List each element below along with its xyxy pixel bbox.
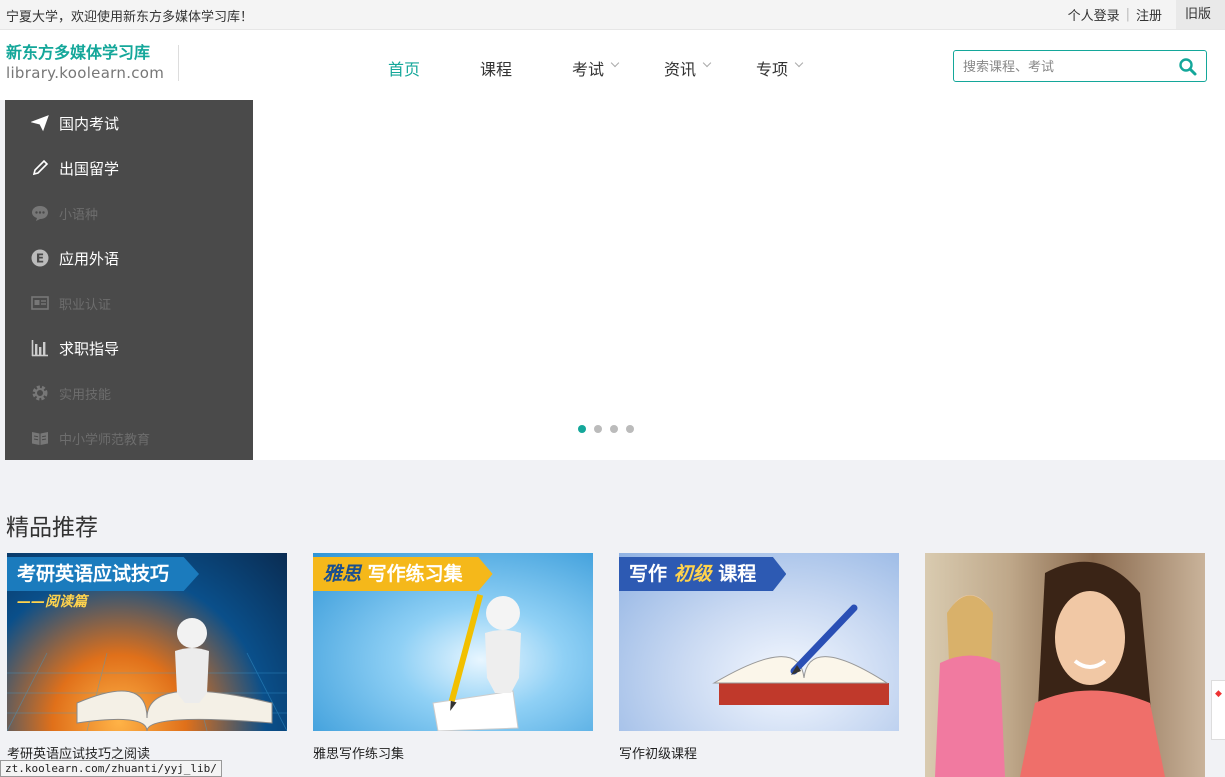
- carousel-dot[interactable]: [594, 425, 602, 433]
- nav-courses-label: 课程: [480, 60, 513, 79]
- course-title[interactable]: 写作初级课程: [619, 743, 899, 762]
- sidebar-item-label: 小语种: [59, 208, 99, 223]
- sidebar-item-label: 应用外语: [59, 250, 120, 268]
- sidebar-item-study-abroad[interactable]: 出国留学: [5, 145, 253, 190]
- course-thumbnail[interactable]: 写作 初级 课程: [619, 553, 899, 731]
- sidebar-item-minor-languages[interactable]: 小语种: [5, 190, 253, 235]
- nav-exams[interactable]: 考试: [572, 56, 664, 80]
- chevron-down-icon: [610, 58, 620, 68]
- pencil-icon: [31, 159, 49, 177]
- sidebar-item-applied-languages[interactable]: E 应用外语: [5, 235, 253, 280]
- course-title[interactable]: 雅思写作练习集: [313, 743, 593, 762]
- nav-special[interactable]: 专项: [756, 56, 848, 80]
- search-input[interactable]: [963, 57, 1173, 77]
- nav-news[interactable]: 资讯: [664, 56, 756, 80]
- sidebar-item-label: 出国留学: [59, 160, 120, 178]
- logo-title: 新东方多媒体学习库: [6, 43, 151, 62]
- top-bar: 宁夏大学，欢迎使用新东方多媒体学习库！ 个人登录 | 注册 旧版: [0, 0, 1225, 30]
- sidebar-item-domestic-exams[interactable]: 国内考试: [5, 100, 253, 145]
- bar-chart-icon: [31, 339, 49, 357]
- sidebar-item-career-guidance[interactable]: 求职指导: [5, 325, 253, 370]
- search-icon[interactable]: [1178, 57, 1198, 77]
- floating-side-tab[interactable]: ◆: [1211, 680, 1225, 740]
- nav-news-label: 资讯: [664, 60, 697, 79]
- course-card[interactable]: [925, 553, 1205, 777]
- card-banner: 雅思 写作练习集: [313, 557, 493, 591]
- chevron-down-icon: [794, 58, 804, 68]
- card-banner-c: 课程: [718, 563, 757, 585]
- sidebar-item-label: 中小学师范教育: [59, 433, 151, 448]
- register-link[interactable]: 注册: [1136, 5, 1162, 24]
- welcome-text: 宁夏大学，欢迎使用新东方多媒体学习库！: [6, 10, 254, 25]
- carousel-dots: [578, 425, 634, 433]
- card-banner-a: 写作: [629, 563, 668, 585]
- login-link[interactable]: 个人登录: [1068, 5, 1120, 24]
- carousel-dot[interactable]: [626, 425, 634, 433]
- course-thumbnail[interactable]: 考研英语应试技巧 ——阅读篇: [7, 553, 287, 731]
- sidebar-item-label: 实用技能: [59, 388, 112, 403]
- card-banner: 考研英语应试技巧: [7, 557, 200, 591]
- divider: |: [1125, 7, 1130, 22]
- plane-icon: [30, 114, 49, 132]
- sidebar-item-certification[interactable]: 职业认证: [5, 280, 253, 325]
- card-banner: 写作 初级 课程: [619, 557, 787, 591]
- card-banner-b: 初级: [673, 563, 712, 585]
- card-banner-b: 写作练习集: [367, 563, 463, 585]
- carousel-dot[interactable]: [610, 425, 618, 433]
- hero-carousel[interactable]: [253, 100, 1225, 460]
- sidebar-item-k12-education[interactable]: 中小学师范教育: [5, 415, 253, 460]
- header: 新东方多媒体学习库 library.koolearn.com 首页 课程 考试 …: [0, 30, 1225, 100]
- carousel-dot[interactable]: [578, 425, 586, 433]
- search-box: [953, 50, 1207, 82]
- old-version-link[interactable]: 旧版: [1175, 0, 1225, 29]
- course-card[interactable]: 雅思 写作练习集 雅思写作练习集: [313, 553, 593, 762]
- card-banner-sub: ——阅读篇: [17, 594, 87, 610]
- sidebar-item-practical-skills[interactable]: 实用技能: [5, 370, 253, 415]
- browser-status-bar: zt.koolearn.com/zhuanti/yyj_lib/: [0, 760, 222, 777]
- nav-special-label: 专项: [756, 60, 789, 79]
- side-tab-icon: ◆: [1215, 689, 1222, 699]
- nav-home[interactable]: 首页: [388, 56, 480, 80]
- course-card[interactable]: 考研英语应试技巧 ——阅读篇 考研英语应试技巧之阅读: [7, 553, 287, 762]
- course-thumbnail[interactable]: [925, 553, 1205, 777]
- logo-url: library.koolearn.com: [6, 64, 165, 82]
- sidebar-item-label: 国内考试: [59, 115, 120, 133]
- chevron-down-icon: [702, 58, 712, 68]
- gear-icon: [31, 384, 49, 402]
- nav-courses[interactable]: 课程: [480, 56, 572, 80]
- book-icon: [31, 429, 49, 447]
- nav-exams-label: 考试: [572, 60, 605, 79]
- card-banner-a: 雅思: [323, 563, 362, 585]
- id-card-icon: [31, 294, 49, 312]
- letter-e-icon: E: [31, 249, 49, 267]
- svg-text:E: E: [36, 252, 44, 266]
- course-card[interactable]: 写作 初级 课程 写作初级课程: [619, 553, 899, 762]
- chat-icon: [31, 204, 49, 222]
- logo-divider: [178, 45, 179, 81]
- section-title: 精品推荐: [6, 515, 98, 541]
- top-links: 个人登录 | 注册 旧版: [1068, 0, 1225, 29]
- sidebar-item-label: 职业认证: [59, 298, 112, 313]
- course-thumbnail[interactable]: 雅思 写作练习集: [313, 553, 593, 731]
- main-nav: 首页 课程 考试 资讯 专项: [388, 56, 848, 80]
- sidebar-item-label: 求职指导: [59, 340, 120, 358]
- nav-home-label: 首页: [388, 60, 421, 79]
- logo[interactable]: 新东方多媒体学习库 library.koolearn.com: [6, 43, 164, 83]
- category-sidebar: 国内考试 出国留学 小语种 E 应用外语 职业认证 求职指导 实用技能 中小学师…: [5, 100, 253, 460]
